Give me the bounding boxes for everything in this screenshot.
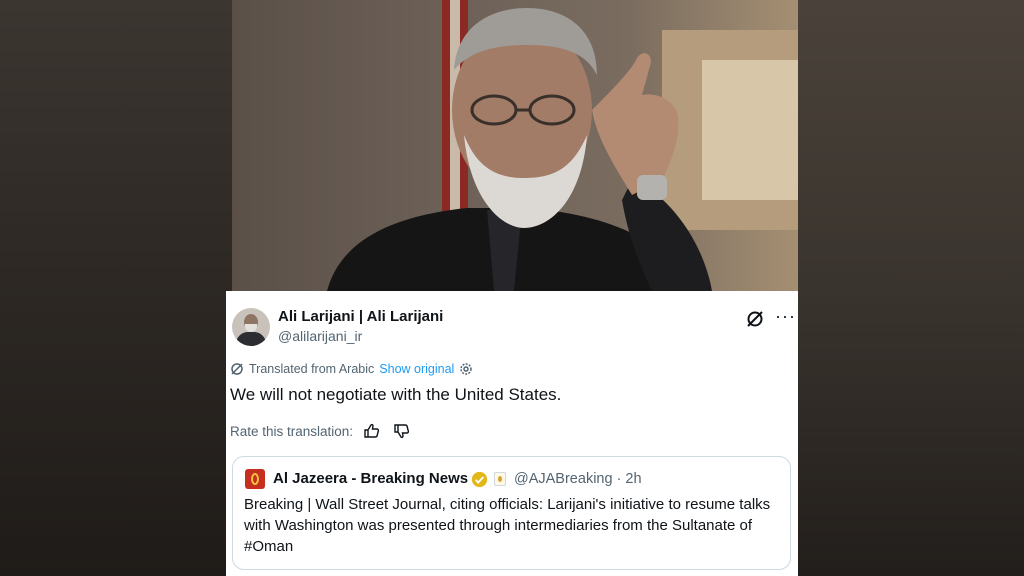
rate-translation: Rate this translation: [230, 423, 411, 439]
translated-label: Translated from Arabic [249, 362, 375, 376]
quote-meta[interactable]: @AJABreaking · 2h [514, 471, 642, 487]
grok-icon[interactable] [745, 309, 765, 329]
quote-author-name[interactable]: Al Jazeera - Breaking News [273, 470, 468, 487]
tweet-text: We will not negotiate with the United St… [230, 385, 562, 404]
speaker-photo [232, 0, 798, 291]
quoted-tweet[interactable]: Al Jazeera - Breaking News @AJABreaking … [232, 456, 791, 570]
translate-icon [231, 363, 243, 375]
avatar[interactable] [232, 308, 270, 346]
author-name[interactable]: Ali Larijani | Ali Larijani [278, 308, 443, 325]
verified-badge-icon [471, 471, 488, 488]
quote-text: Breaking | Wall Street Journal, citing o… [244, 496, 771, 555]
rate-label: Rate this translation: [230, 423, 354, 439]
affiliate-badge-icon [494, 472, 506, 486]
aljazeera-logo-icon [245, 469, 265, 489]
thumbs-up-icon[interactable] [363, 423, 381, 439]
tweet-card: Ali Larijani | Ali Larijani @alilarijani… [226, 291, 798, 576]
show-original-link[interactable]: Show original [379, 362, 454, 376]
translation-notice: Translated from Arabic Show original [230, 362, 473, 376]
gear-icon[interactable] [459, 362, 473, 376]
background-left [0, 0, 232, 576]
more-icon[interactable]: ··· [775, 306, 796, 327]
thumbs-down-icon[interactable] [393, 423, 411, 439]
author-handle[interactable]: @alilarijani_ir [278, 328, 362, 344]
background-right [798, 0, 1024, 576]
